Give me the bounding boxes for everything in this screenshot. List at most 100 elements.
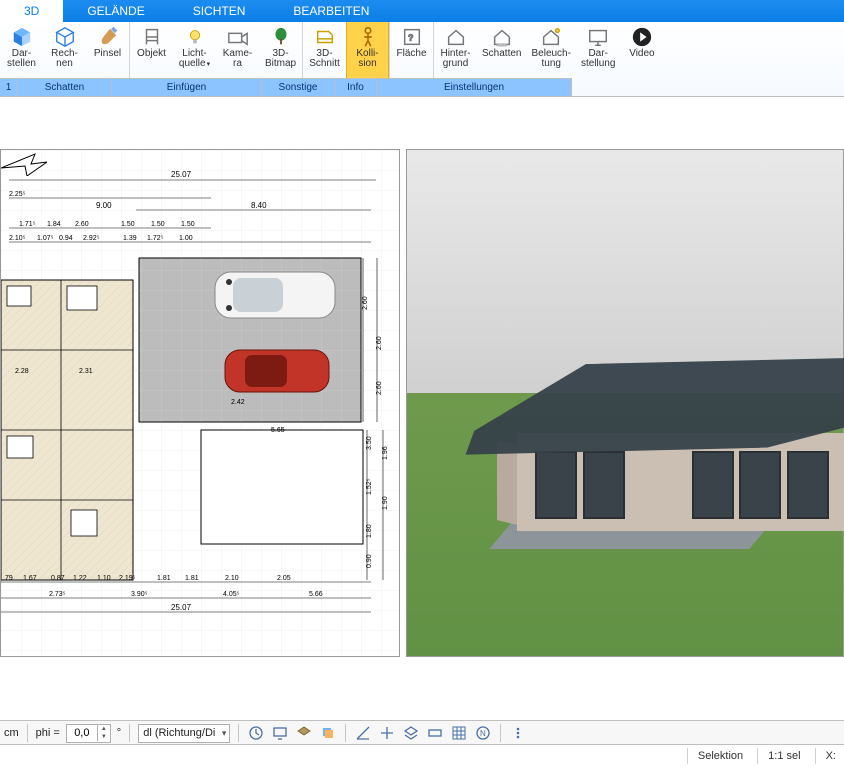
- svg-text:25.07: 25.07: [171, 603, 192, 612]
- svg-text:1.96: 1.96: [382, 446, 389, 460]
- svg-text:2.60: 2.60: [362, 296, 369, 310]
- more-icon[interactable]: [509, 724, 527, 742]
- svg-text:2.10⁵: 2.10⁵: [9, 235, 26, 242]
- n-circle-icon[interactable]: N: [474, 724, 492, 742]
- btn-label: Kame- ra: [223, 49, 252, 69]
- brush-icon: [97, 26, 119, 48]
- status-scale: 1:1 sel: [757, 748, 800, 764]
- svg-text:1.00: 1.00: [179, 235, 193, 242]
- svg-text:2.28: 2.28: [15, 368, 29, 375]
- svg-text:1.67: 1.67: [23, 575, 37, 582]
- ribbon-groups: 1 Schatten Einfügen Sonstige Info Einste…: [0, 78, 844, 96]
- btn-3dbitmap[interactable]: 3D- Bitmap: [259, 22, 302, 78]
- svg-text:25.07: 25.07: [171, 170, 192, 179]
- btn-kamera[interactable]: Kame- ra: [216, 22, 259, 78]
- svg-text:2.42: 2.42: [231, 399, 245, 406]
- btn-video[interactable]: Video: [620, 22, 663, 78]
- svg-text:1.22: 1.22: [73, 575, 87, 582]
- plane-icon[interactable]: [426, 724, 444, 742]
- svg-text:3.90⁵: 3.90⁵: [131, 591, 148, 598]
- camera-icon: [227, 26, 249, 48]
- svg-text:3.50: 3.50: [366, 436, 373, 450]
- btn-flaeche[interactable]: ? Fläche: [390, 22, 433, 78]
- play-icon: [631, 26, 653, 48]
- grp-einstellungen: Einstellungen: [377, 78, 572, 96]
- svg-text:2.73⁵: 2.73⁵: [49, 591, 66, 598]
- bottom-toolbar: cm phi = ▲▼ ° dl (Richtung/Di N: [0, 720, 844, 745]
- btn-label: 3D- Bitmap: [265, 49, 296, 69]
- btn-label: Fläche: [396, 49, 426, 59]
- btn-pinsel[interactable]: Pinsel: [86, 22, 129, 78]
- btn-label: Objekt: [137, 49, 166, 59]
- btn-kollision[interactable]: Kolli- sion: [346, 22, 389, 78]
- tab-edit[interactable]: BEARBEITEN: [269, 0, 393, 22]
- house-light-icon: [540, 26, 562, 48]
- svg-text:2.92⁵: 2.92⁵: [83, 235, 100, 242]
- snap1-icon[interactable]: [378, 724, 396, 742]
- phi-label: phi =: [36, 727, 60, 739]
- btn-rechnen[interactable]: Rech- nen: [43, 22, 86, 78]
- svg-text:0.94: 0.94: [59, 235, 73, 242]
- btn-lichtquelle[interactable]: Licht- quelle▾: [173, 22, 216, 78]
- svg-text:2.31: 2.31: [79, 368, 93, 375]
- unit-label: cm: [4, 727, 19, 739]
- north-arrow-icon: [1, 150, 47, 176]
- pane-floorplan[interactable]: 25.07 9.00 8.40 2.25⁵ 1.71⁵1.842.60 1.50…: [0, 149, 400, 657]
- floorplan-svg: 25.07 9.00 8.40 2.25⁵ 1.71⁵1.842.60 1.50…: [1, 150, 399, 656]
- status-x: X:: [815, 748, 836, 764]
- btn-label: Dar- stellung: [581, 49, 615, 69]
- svg-text:2.25⁵: 2.25⁵: [9, 191, 26, 198]
- btn-label: Dar- stellen: [7, 49, 36, 69]
- tree-icon: [270, 26, 292, 48]
- btn-label: Video: [629, 49, 654, 59]
- spin-down[interactable]: ▼: [98, 733, 110, 741]
- ribbon: Dar- stellen Rech- nen Pinsel Objekt: [0, 22, 844, 97]
- layers-icon[interactable]: [402, 724, 420, 742]
- btn-objekt[interactable]: Objekt: [130, 22, 173, 78]
- grp-einfuegen: Einfügen: [112, 78, 262, 96]
- btn-3dschnitt[interactable]: 3D- Schnitt: [303, 22, 346, 78]
- tab-views[interactable]: SICHTEN: [169, 0, 270, 22]
- btn-darstellung[interactable]: Dar- stellung: [576, 22, 620, 78]
- cube-outline-icon: [54, 26, 76, 48]
- grp-sonstige: Sonstige: [262, 78, 335, 96]
- svg-text:1.90: 1.90: [382, 496, 389, 510]
- spin-up[interactable]: ▲: [98, 725, 110, 733]
- btn-beleuchtung[interactable]: Beleuch- tung: [526, 22, 575, 78]
- svg-text:5.65: 5.65: [271, 427, 285, 434]
- btn-darstellen[interactable]: Dar- stellen: [0, 22, 43, 78]
- angle-icon[interactable]: [354, 724, 372, 742]
- chair-icon: [141, 26, 163, 48]
- house-bg-icon: [445, 26, 467, 48]
- svg-text:2.19⁵: 2.19⁵: [119, 575, 136, 582]
- svg-text:1.80: 1.80: [366, 524, 373, 538]
- tab-terrain[interactable]: GELÄNDE: [63, 0, 168, 22]
- btn-hintergrund[interactable]: Hinter- grund: [434, 22, 477, 78]
- svg-text:1.10: 1.10: [97, 575, 111, 582]
- tab-3d[interactable]: 3D: [0, 0, 63, 22]
- svg-text:2.60: 2.60: [376, 336, 383, 350]
- phi-input[interactable]: ▲▼: [66, 724, 111, 743]
- grid-icon[interactable]: [450, 724, 468, 742]
- phi-value[interactable]: [67, 726, 97, 740]
- btn-label: Hinter- grund: [440, 49, 470, 69]
- svg-text:1.39: 1.39: [123, 235, 137, 242]
- btn-label: Licht- quelle▾: [179, 49, 210, 70]
- svg-text:1.52⁵: 1.52⁵: [366, 478, 373, 495]
- direction-select[interactable]: dl (Richtung/Di: [138, 724, 230, 743]
- svg-text:0.90: 0.90: [366, 554, 373, 568]
- screen-icon[interactable]: [271, 724, 289, 742]
- layers2-icon[interactable]: [295, 724, 313, 742]
- stack-icon[interactable]: [319, 724, 337, 742]
- area-icon: ?: [401, 26, 423, 48]
- svg-text:1.50: 1.50: [121, 221, 135, 228]
- house-model: [457, 361, 843, 561]
- svg-text:N: N: [480, 729, 486, 738]
- clock-icon[interactable]: [247, 724, 265, 742]
- grp-info: Info: [335, 78, 377, 96]
- btn-label: Beleuch- tung: [531, 49, 570, 69]
- section-icon: [314, 26, 336, 48]
- btn-label: Pinsel: [94, 49, 121, 59]
- pane-3dview[interactable]: [406, 149, 844, 657]
- btn-schatten-settings[interactable]: Schatten: [477, 22, 526, 78]
